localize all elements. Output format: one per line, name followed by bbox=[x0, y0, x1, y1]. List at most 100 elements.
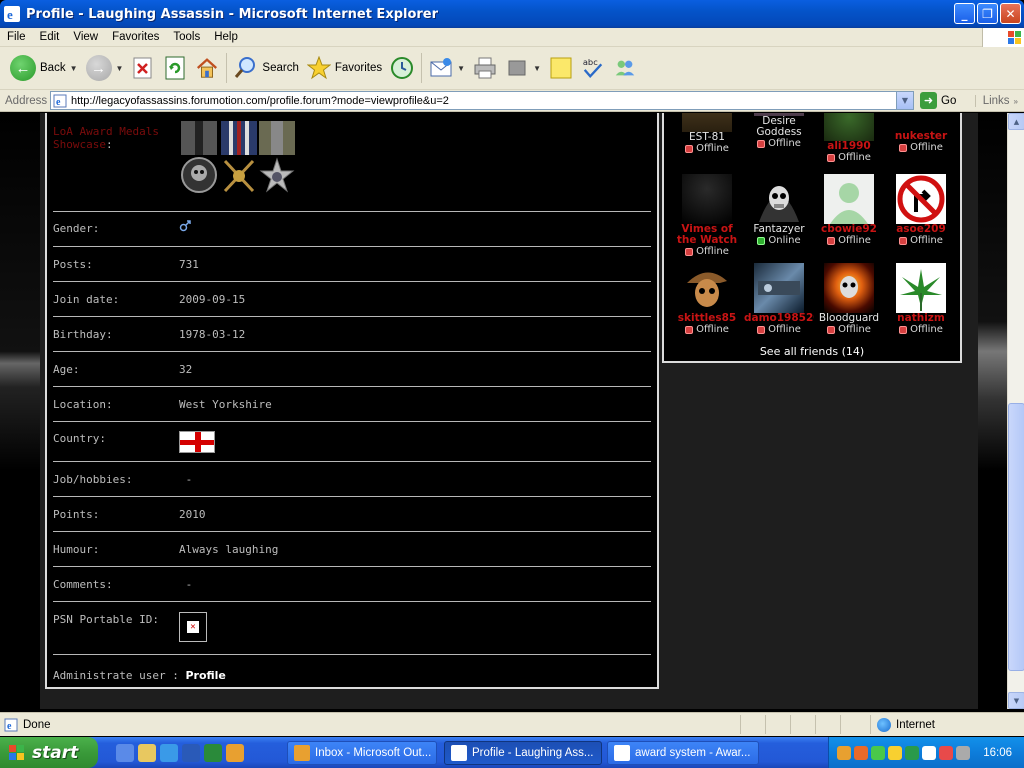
field-label: Posts: bbox=[53, 258, 93, 271]
friends-panel: EST-81 Offline Desire Goddess Offline al… bbox=[662, 113, 962, 363]
tray-update-icon[interactable] bbox=[888, 745, 902, 760]
friend-name: Fantazyer bbox=[753, 223, 805, 235]
forward-dropdown-icon[interactable]: ▼ bbox=[116, 64, 124, 73]
refresh-button[interactable] bbox=[159, 51, 191, 85]
friend-name: cbowie92 bbox=[821, 223, 877, 235]
url-input[interactable] bbox=[71, 94, 891, 107]
menu-tools[interactable]: Tools bbox=[166, 31, 207, 43]
messenger-button[interactable] bbox=[609, 51, 641, 85]
clock[interactable]: 16:06 bbox=[983, 747, 1012, 759]
search-button[interactable]: Search bbox=[230, 51, 302, 85]
folder-icon[interactable] bbox=[138, 743, 156, 762]
desktop-icon[interactable] bbox=[116, 743, 134, 762]
friend-card[interactable]: skittles85 Offline bbox=[672, 263, 742, 335]
forward-button[interactable]: → ▼ bbox=[82, 51, 128, 85]
vertical-scrollbar[interactable]: ▲ ▼ bbox=[1007, 113, 1024, 709]
links-button[interactable]: Links» bbox=[974, 94, 1018, 107]
friend-avatar bbox=[896, 263, 946, 313]
scrollbar-thumb[interactable] bbox=[1008, 403, 1024, 671]
tray-shield-icon[interactable] bbox=[922, 745, 936, 760]
address-dropdown-icon[interactable]: ▼ bbox=[896, 92, 913, 109]
menu-file[interactable]: File bbox=[0, 31, 33, 43]
field-value: 2009-09-15 bbox=[179, 293, 246, 306]
friend-avatar bbox=[682, 113, 732, 132]
task-award-system[interactable]: award system - Awar... bbox=[607, 741, 759, 765]
print-button[interactable] bbox=[469, 51, 501, 85]
ie-icon[interactable] bbox=[160, 743, 178, 762]
edit-button[interactable]: ▼ bbox=[501, 51, 545, 85]
spell-check-button[interactable]: abc bbox=[577, 51, 609, 85]
word-icon[interactable] bbox=[182, 743, 200, 762]
offline-status-icon bbox=[827, 325, 836, 334]
friend-avatar bbox=[824, 174, 874, 224]
task-inbox[interactable]: Inbox - Microsoft Out... bbox=[287, 741, 437, 765]
menu-view[interactable]: View bbox=[66, 31, 105, 43]
friend-card[interactable]: asoe209 Offline bbox=[886, 174, 956, 246]
friend-avatar bbox=[682, 174, 732, 224]
friend-avatar bbox=[896, 174, 946, 224]
toolbar-separator bbox=[421, 53, 423, 83]
start-button[interactable]: start bbox=[0, 737, 98, 768]
friend-card[interactable]: Fantazyer Online bbox=[744, 174, 814, 246]
back-button[interactable]: ← Back ▼ bbox=[6, 51, 82, 85]
friend-card[interactable]: nathizm Offline bbox=[886, 263, 956, 335]
tray-app-icon[interactable] bbox=[854, 745, 868, 760]
friend-status: Offline bbox=[910, 235, 943, 246]
admin-profile-link[interactable]: Profile bbox=[185, 669, 225, 682]
home-button[interactable] bbox=[191, 51, 223, 85]
stop-button[interactable] bbox=[127, 51, 159, 85]
title-bar[interactable]: e Profile - Laughing Assassin - Microsof… bbox=[0, 0, 1024, 28]
friend-status: Offline bbox=[910, 324, 943, 335]
friend-card[interactable]: EST-81 Offline bbox=[672, 113, 742, 154]
field-label: Age: bbox=[53, 363, 80, 376]
friend-avatar bbox=[754, 113, 804, 116]
minimize-button[interactable]: _ bbox=[954, 3, 975, 24]
mail-dropdown-icon[interactable]: ▼ bbox=[457, 64, 465, 73]
security-zone[interactable]: Internet bbox=[870, 715, 935, 734]
medals-row: LoA Award Medals Showcase: bbox=[53, 113, 651, 212]
field-value: 1978-03-12 bbox=[179, 328, 246, 341]
tray-clock-icon[interactable] bbox=[837, 745, 851, 760]
menu-help[interactable]: Help bbox=[207, 31, 245, 43]
menu-edit[interactable]: Edit bbox=[33, 31, 67, 43]
maximize-button[interactable]: ❐ bbox=[977, 3, 998, 24]
outlook-icon[interactable] bbox=[226, 743, 244, 762]
close-button[interactable]: ✕ bbox=[1000, 3, 1021, 24]
friend-card[interactable]: cbowie92 Offline bbox=[814, 174, 884, 246]
field-label: Gender: bbox=[53, 222, 100, 235]
friend-card[interactable]: Bloodguard Offline bbox=[814, 263, 884, 335]
friend-card[interactable]: Desire Goddess Offline bbox=[744, 113, 814, 149]
excel-icon[interactable] bbox=[204, 743, 222, 762]
tray-security-icon[interactable] bbox=[939, 745, 953, 760]
system-tray: 16:06 bbox=[828, 737, 1024, 768]
quick-launch bbox=[116, 743, 244, 762]
friend-card[interactable]: ali1990 Offline bbox=[814, 113, 884, 163]
offline-status-icon bbox=[685, 144, 694, 153]
status-segment bbox=[765, 715, 766, 734]
search-label: Search bbox=[262, 62, 299, 74]
profile-row-points: Points: 2010 bbox=[53, 497, 651, 532]
friend-name: Vimes of the Watch bbox=[676, 223, 738, 246]
task-profile[interactable]: Profile - Laughing Ass... bbox=[444, 741, 602, 765]
discuss-button[interactable] bbox=[545, 51, 577, 85]
tray-volume-icon[interactable] bbox=[956, 745, 970, 760]
tray-network-icon[interactable] bbox=[871, 745, 885, 760]
favorites-button[interactable]: Favorites bbox=[303, 51, 386, 85]
edit-dropdown-icon[interactable]: ▼ bbox=[533, 64, 541, 73]
friend-card[interactable]: nukester Offline bbox=[886, 113, 956, 153]
go-label: Go bbox=[941, 94, 957, 107]
see-all-friends-link[interactable]: See all friends (14) bbox=[664, 345, 960, 358]
go-button[interactable]: ➜ Go bbox=[920, 92, 956, 109]
menu-favorites[interactable]: Favorites bbox=[105, 31, 166, 43]
status-segment bbox=[815, 715, 816, 734]
history-button[interactable] bbox=[386, 51, 418, 85]
friend-card[interactable]: damo198520 Offline bbox=[744, 263, 814, 335]
mail-button[interactable]: ▼ bbox=[425, 51, 469, 85]
scroll-up-icon[interactable]: ▲ bbox=[1008, 113, 1024, 130]
scroll-down-icon[interactable]: ▼ bbox=[1008, 692, 1024, 709]
friend-card[interactable]: Vimes of the Watch Offline bbox=[672, 174, 742, 257]
back-dropdown-icon[interactable]: ▼ bbox=[70, 64, 78, 73]
status-bar: e Done Internet bbox=[0, 712, 1024, 736]
tray-messenger-icon[interactable] bbox=[905, 745, 919, 760]
address-field[interactable]: e ▼ bbox=[50, 91, 914, 110]
